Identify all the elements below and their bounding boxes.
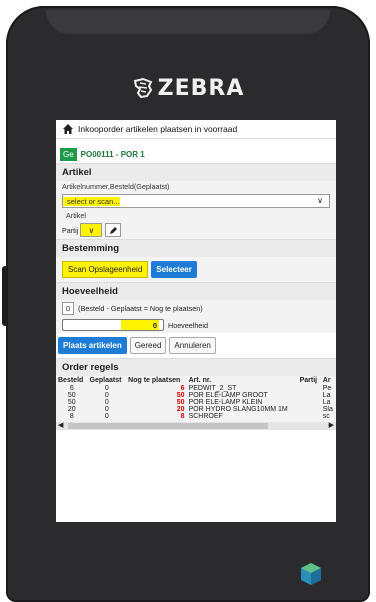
brand-name: ZEBRA	[157, 76, 245, 101]
cell-nog-te-plaatsen: 8	[180, 413, 185, 420]
app-logo-icon	[300, 562, 322, 591]
cell-geplaatst: 0	[104, 392, 109, 399]
cell-art-nr: POR HYDRO SLANG10MM 1M	[188, 406, 288, 413]
cell-nog-te-plaatsen: 6	[180, 385, 185, 392]
scroll-right-icon[interactable]: ▶	[329, 421, 334, 429]
cell-partij	[298, 399, 321, 406]
cell-partij	[298, 406, 321, 413]
cell-ar: Sla	[322, 406, 333, 413]
qty-value: 0	[62, 302, 75, 315]
action-bar: Plaats artikelen Gereed Annuleren	[56, 333, 336, 358]
artikel-section: Artikel Artikelnummer,Besteld(Geplaatst)…	[56, 163, 336, 239]
order-lines-section: Order regels Besteld Geplaatst Nog te pl…	[56, 358, 336, 430]
order-code: PO00111 - POR 1	[80, 149, 145, 159]
order-badge[interactable]: Ge	[60, 147, 77, 161]
order-lines-title: Order regels	[56, 359, 336, 376]
scrollbar-thumb[interactable]	[68, 423, 268, 429]
cell-partij	[298, 385, 321, 392]
qty-input-row: 0 Hoeveelheid	[56, 317, 336, 333]
cell-nog-te-plaatsen: 50	[176, 392, 185, 399]
horizontal-scrollbar[interactable]: ◀ ▶	[56, 422, 336, 430]
select-button[interactable]: Selecteer	[151, 261, 197, 278]
done-button[interactable]: Gereed	[129, 337, 167, 354]
hoeveelheid-title: Hoeveelheid	[56, 283, 336, 300]
order-row: Ge PO00111 - POR 1	[56, 145, 336, 163]
bestemming-section: Bestemming Scan Opslageenheid Selecteer	[56, 239, 336, 282]
zebra-head-icon	[132, 77, 154, 105]
table-row[interactable]: 6 0 6 PEDWIT_2_ST Pe	[56, 385, 336, 392]
chevron-down-icon: ∨	[317, 196, 323, 205]
bestemming-title: Bestemming	[56, 240, 336, 257]
app-bar: Inkooporder artikelen plaatsen in voorra…	[56, 120, 336, 139]
cell-nog-te-plaatsen: 20	[176, 406, 185, 413]
cell-ar: Pe	[322, 385, 332, 392]
cell-ar: sc	[322, 413, 330, 420]
quantity-input[interactable]: 0	[62, 319, 164, 331]
col-partij: Partij	[299, 377, 318, 384]
cell-partij	[298, 392, 321, 399]
cell-art-nr: PEDWIT_2_ST	[188, 385, 237, 392]
place-items-button[interactable]: Plaats artikelen	[58, 337, 127, 354]
cell-art-nr: POR ELE-LAMP KLEIN	[188, 399, 263, 406]
home-icon[interactable]	[62, 123, 74, 135]
page-title: Inkooporder artikelen plaatsen in voorra…	[78, 124, 238, 134]
cell-besteld: 50	[67, 392, 76, 399]
table-row[interactable]: 8 0 8 SCHROEF sc	[56, 413, 336, 420]
artikel-title: Artikel	[56, 164, 336, 181]
cell-partij	[298, 413, 321, 420]
brand-logo: ZEBRA	[6, 76, 370, 105]
col-nog-te-plaatsen: Nog te plaatsen	[128, 377, 181, 384]
cell-ar: La	[322, 392, 331, 399]
col-ar: Ar	[322, 377, 331, 384]
partij-label: Partij	[62, 225, 79, 235]
screen: Inkooporder artikelen plaatsen in voorra…	[56, 120, 336, 522]
cell-nog-te-plaatsen: 50	[176, 399, 185, 406]
partij-row: Partij ∨	[56, 221, 336, 239]
qty-hint: (Besteld - Geplaatst = Nog te plaatsen)	[78, 304, 203, 313]
artikel-select-value: select or scan...	[63, 196, 120, 206]
hoeveelheid-section: Hoeveelheid 0 (Besteld - Geplaatst = Nog…	[56, 282, 336, 333]
col-besteld: Besteld	[58, 377, 84, 384]
cell-besteld: 6	[69, 385, 74, 392]
scan-storage-field[interactable]: Scan Opslageenheid	[62, 261, 149, 278]
bestemming-row: Scan Opslageenheid Selecteer	[56, 257, 336, 282]
table-row[interactable]: 20 0 20 POR HYDRO SLANG10MM 1M Sla	[56, 406, 336, 413]
cell-ar: La	[322, 399, 331, 406]
device-side-button	[2, 266, 8, 326]
artikel-select[interactable]: select or scan... ∨	[62, 194, 330, 208]
order-lines-table: Besteld Geplaatst Nog te plaatsen Art. n…	[56, 376, 336, 420]
cell-geplaatst: 0	[104, 385, 109, 392]
col-geplaatst: Geplaatst	[89, 377, 122, 384]
artikel-input-label: Artikelnummer,Besteld(Geplaatst)	[62, 182, 170, 191]
table-row[interactable]: 50 0 50 POR ELE-LAMP GROOT La	[56, 392, 336, 399]
quantity-input-value: 0	[152, 321, 157, 330]
cell-besteld: 20	[67, 406, 76, 413]
cell-besteld: 50	[67, 399, 76, 406]
cell-art-nr: POR ELE-LAMP GROOT	[188, 392, 268, 399]
cancel-button[interactable]: Annuleren	[169, 337, 216, 354]
device-frame: ZEBRA Inkooporder artikelen plaatsen in …	[2, 6, 370, 602]
cell-art-nr: SCHROEF	[188, 413, 223, 420]
cell-besteld: 8	[69, 413, 74, 420]
quantity-label: Hoeveelheid	[168, 320, 208, 330]
table-row[interactable]: 50 0 50 POR ELE-LAMP KLEIN La	[56, 399, 336, 406]
cell-geplaatst: 0	[104, 406, 109, 413]
cell-geplaatst: 0	[104, 399, 109, 406]
table-header-row: Besteld Geplaatst Nog te plaatsen Art. n…	[56, 376, 336, 385]
cell-geplaatst: 0	[104, 413, 109, 420]
partij-select[interactable]: ∨	[80, 223, 103, 237]
chevron-down-icon: ∨	[88, 225, 95, 235]
device-top-bezel	[46, 10, 330, 34]
pencil-icon[interactable]	[105, 223, 122, 237]
col-art-nr: Art. nr.	[188, 377, 212, 384]
scroll-left-icon[interactable]: ◀	[58, 421, 63, 429]
qty-info-row: 0 (Besteld - Geplaatst = Nog te plaatsen…	[56, 300, 336, 317]
artikel-sub-label: Artikel	[66, 211, 86, 220]
